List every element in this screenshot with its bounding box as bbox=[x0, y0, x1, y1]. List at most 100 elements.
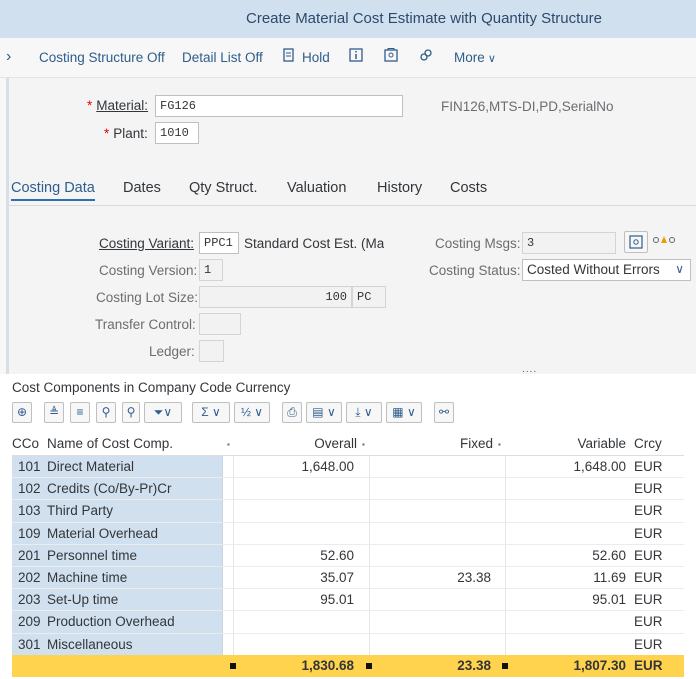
column-separator bbox=[505, 633, 506, 655]
table-row[interactable]: 301 Miscellaneous EUR bbox=[12, 633, 684, 656]
view-icon[interactable]: ▦ ∨ bbox=[386, 402, 422, 423]
material-label: * Material: bbox=[87, 98, 149, 113]
column-separator bbox=[505, 566, 506, 589]
connect-icon[interactable] bbox=[419, 48, 433, 65]
costing-lot-size-label: Costing Lot Size: bbox=[96, 290, 199, 305]
cell-crcy: EUR bbox=[634, 547, 663, 563]
column-header-cco[interactable]: CCo bbox=[12, 436, 39, 451]
cell-crcy: EUR bbox=[634, 459, 663, 474]
message-log-button[interactable] bbox=[624, 231, 648, 253]
table-row[interactable]: 109 Material Overhead EUR bbox=[12, 522, 684, 545]
total-marker-icon bbox=[230, 663, 236, 669]
connect-icon[interactable]: ⚯ bbox=[434, 402, 454, 423]
tab-strip: Costing Data Dates Qty Struct. Valuation… bbox=[9, 178, 696, 206]
cell-cco: 301 bbox=[18, 636, 41, 652]
tab-costs[interactable]: Costs bbox=[450, 180, 487, 196]
column-separator bbox=[505, 544, 506, 566]
sort-ascending-icon[interactable]: ≜ bbox=[44, 402, 64, 423]
filter-icon[interactable]: ⏷∨ bbox=[144, 402, 182, 423]
costing-status-label: Costing Status: bbox=[429, 263, 521, 278]
cell-cco: 101 bbox=[18, 459, 41, 474]
column-header-overall[interactable]: Overall bbox=[262, 436, 357, 451]
cell-name: Machine time bbox=[47, 569, 128, 585]
column-separator bbox=[505, 522, 506, 544]
nav-expand-icon[interactable]: › bbox=[6, 48, 11, 66]
cell-overall: 52.60 bbox=[320, 547, 354, 563]
export-icon[interactable]: ⤓ ∨ bbox=[346, 402, 382, 423]
column-separator bbox=[369, 456, 370, 478]
cell-name: Direct Material bbox=[47, 459, 135, 474]
ledger-label: Ledger: bbox=[149, 344, 195, 359]
subtotal-icon[interactable]: ½ ∨ bbox=[234, 402, 270, 423]
table-row[interactable]: 103 Third Party EUR bbox=[12, 500, 684, 523]
layout-icon[interactable]: ▤ ∨ bbox=[306, 402, 342, 423]
cell-name: Third Party bbox=[47, 503, 114, 519]
cell-name: Production Overhead bbox=[47, 614, 175, 630]
costing-lot-size-unit: PC bbox=[352, 286, 386, 308]
sum-icon[interactable]: Σ ∨ bbox=[192, 402, 230, 423]
costing-structure-off-button[interactable]: Costing Structure Off bbox=[39, 50, 165, 65]
required-mark: * bbox=[104, 126, 110, 141]
column-resize-icon: ▪ bbox=[362, 440, 365, 449]
column-separator bbox=[505, 456, 506, 478]
tab-valuation[interactable]: Valuation bbox=[287, 180, 346, 196]
detail-list-off-button[interactable]: Detail List Off bbox=[182, 50, 263, 65]
column-header-fixed[interactable]: Fixed bbox=[397, 436, 493, 451]
costing-variant-input[interactable]: PPC1 bbox=[199, 232, 239, 254]
sort-descending-icon[interactable]: ≡ bbox=[70, 402, 90, 423]
cell-crcy: EUR bbox=[634, 592, 663, 608]
column-header-crcy[interactable]: Crcy bbox=[634, 436, 662, 451]
cell-overall: 1,648.00 bbox=[301, 459, 354, 474]
more-menu-button[interactable]: More ∨ bbox=[454, 50, 496, 65]
header-area: * Material: FG126 FIN126,MTS-DI,PD,Serial… bbox=[6, 78, 696, 374]
display-document-icon[interactable] bbox=[384, 48, 398, 65]
chevron-down-icon: ∨ bbox=[675, 262, 684, 276]
column-separator bbox=[233, 544, 234, 566]
table-row[interactable]: 101 Direct Material 1,648.00 1,648.00 EUR bbox=[12, 456, 684, 479]
cell-crcy: EUR bbox=[634, 503, 663, 519]
costing-version-label: Costing Version: bbox=[99, 263, 198, 278]
total-fixed: 23.38 bbox=[457, 658, 491, 673]
column-separator bbox=[505, 611, 506, 633]
splitter-handle[interactable]: .... bbox=[522, 365, 540, 375]
cell-variable: 52.60 bbox=[592, 547, 626, 563]
window-title: Create Material Cost Estimate with Quant… bbox=[246, 10, 602, 27]
cell-crcy: EUR bbox=[634, 569, 663, 585]
material-input[interactable]: FG126 bbox=[155, 95, 403, 117]
tab-costing-data[interactable]: Costing Data bbox=[11, 180, 95, 201]
hold-button[interactable]: Hold bbox=[302, 50, 330, 65]
print-icon[interactable]: ⎙ bbox=[282, 402, 302, 423]
plant-input[interactable]: 1010 bbox=[155, 122, 199, 144]
table-row[interactable]: 202 Machine time 35.07 23.38 11.69 EUR bbox=[12, 566, 684, 590]
table-row[interactable]: 102 Credits (Co/By-Pr)Cr EUR bbox=[12, 478, 684, 501]
column-separator bbox=[233, 589, 234, 611]
column-separator bbox=[233, 522, 234, 544]
grid-toolbar: ⊕ ≜ ≡ ⚲ ⚲ ⏷∨ Σ ∨ ½ ∨ ⎙ ▤ ∨ ⤓ ∨ ▦ ∨ ⚯ bbox=[0, 398, 696, 428]
zoom-details-icon[interactable]: ⊕ bbox=[12, 402, 32, 423]
cell-name: Credits (Co/By-Pr)Cr bbox=[47, 481, 172, 497]
material-description: FIN126,MTS-DI,PD,SerialNo bbox=[441, 99, 614, 114]
section-title: Cost Components in Company Code Currency bbox=[12, 380, 291, 395]
column-separator bbox=[233, 456, 234, 478]
find-icon[interactable]: ⚲ bbox=[96, 402, 116, 423]
column-header-name[interactable]: Name of Cost Comp. bbox=[47, 436, 173, 451]
tab-dates[interactable]: Dates bbox=[123, 180, 161, 196]
table-row[interactable]: 209 Production Overhead EUR bbox=[12, 611, 684, 634]
cost-component-rows: 101 Direct Material 1,648.00 1,648.00 EUR 102… bbox=[12, 456, 684, 656]
find-next-icon[interactable]: ⚲ bbox=[122, 402, 140, 423]
costing-lot-size-field: 100 bbox=[199, 286, 352, 308]
total-row[interactable]: 1,830.68 23.38 1,807.30 EUR bbox=[12, 655, 684, 677]
total-marker-icon bbox=[502, 663, 508, 669]
cell-cco: 209 bbox=[18, 614, 41, 630]
costing-status-select[interactable]: Costed Without Errors ∨ bbox=[522, 259, 691, 281]
table-row[interactable]: 203 Set-Up time 95.01 95.01 EUR bbox=[12, 589, 684, 612]
column-separator bbox=[369, 566, 370, 589]
tab-history[interactable]: History bbox=[377, 180, 422, 196]
cell-variable: 11.69 bbox=[593, 569, 626, 585]
total-overall: 1,830.68 bbox=[301, 658, 354, 673]
transfer-control-label: Transfer Control: bbox=[95, 317, 196, 332]
info-icon[interactable] bbox=[349, 48, 363, 65]
column-header-variable[interactable]: Variable bbox=[532, 436, 626, 451]
table-row[interactable]: 201 Personnel time 52.60 52.60 EUR bbox=[12, 544, 684, 567]
tab-qty-struct[interactable]: Qty Struct. bbox=[189, 180, 258, 196]
